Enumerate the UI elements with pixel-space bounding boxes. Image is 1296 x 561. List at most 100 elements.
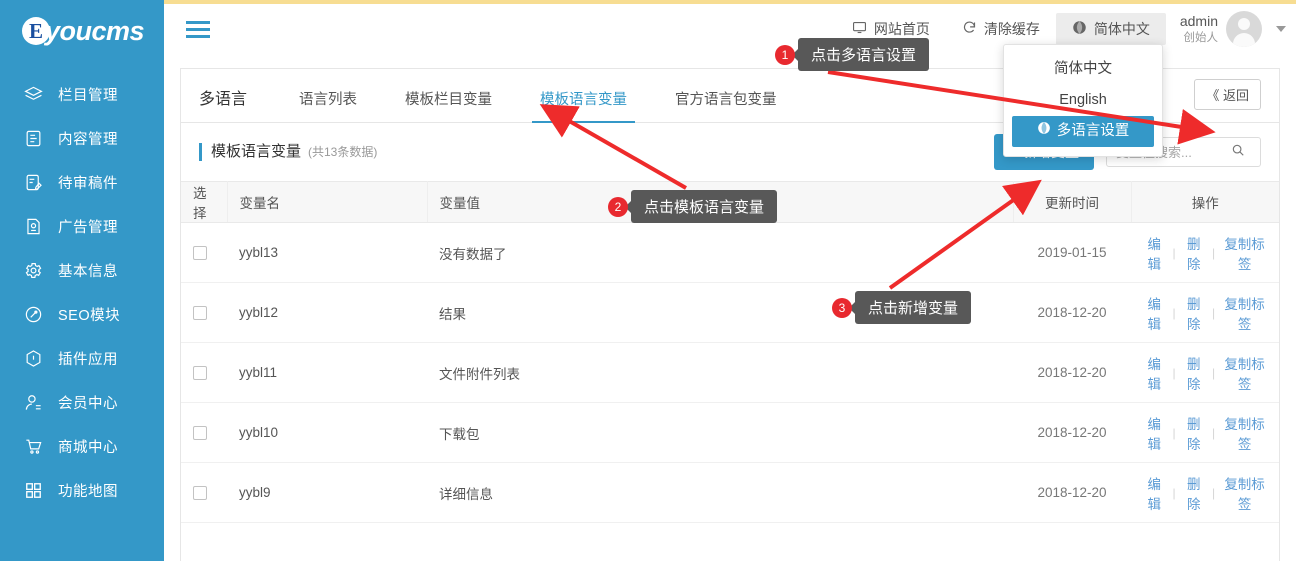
row-select-cell — [181, 462, 227, 523]
cell-actions: 编辑 | 删除 | 复制标签 — [1131, 402, 1279, 463]
cell-var-name: yybl13 — [227, 222, 427, 283]
chevron-down-icon[interactable] — [1276, 26, 1286, 32]
hamburger-icon[interactable] — [174, 4, 222, 54]
sidebar-item-sitemap[interactable]: 功能地图 — [0, 468, 164, 512]
delete-link[interactable]: 删除 — [1183, 473, 1205, 513]
cell-var-value: 下载包 — [427, 402, 1013, 463]
delete-link[interactable]: 删除 — [1183, 233, 1205, 273]
sidebar-item-label: 广告管理 — [58, 219, 118, 236]
annotation-text: 点击模板语言变量 — [631, 190, 778, 223]
sidebar-item-label: 栏目管理 — [58, 87, 118, 104]
column-header-actions: 操作 — [1131, 181, 1279, 223]
annotation-1: 1 点击多语言设置 — [775, 38, 930, 71]
edit-link[interactable]: 编辑 — [1143, 473, 1165, 513]
clear-cache-label: 清除缓存 — [983, 21, 1040, 37]
cell-var-value: 文件附件列表 — [427, 342, 1013, 403]
tab-template-column-vars[interactable]: 模板栏目变量 — [399, 88, 498, 122]
row-checkbox[interactable] — [193, 246, 207, 261]
language-button[interactable]: 简体中文 — [1055, 13, 1166, 45]
copy-tag-link[interactable]: 复制标签 — [1222, 413, 1267, 453]
sidebar-item-label: SEO模块 — [58, 307, 121, 324]
copy-tag-link[interactable]: 复制标签 — [1222, 293, 1267, 333]
tab-official-language-pack-vars[interactable]: 官方语言包变量 — [669, 88, 783, 122]
cell-actions: 编辑 | 删除 | 复制标签 — [1131, 222, 1279, 283]
language-dropdown: 简体中文 English 多语言设置 — [1003, 44, 1163, 157]
edit-link[interactable]: 编辑 — [1143, 413, 1165, 453]
cell-var-name: yybl11 — [227, 342, 427, 403]
sidebar-item-ads[interactable]: 广告管理 — [0, 204, 164, 248]
cell-var-name: yybl10 — [227, 402, 427, 463]
separator: | — [1172, 305, 1176, 320]
cell-update-time: 2018-12-20 — [1013, 342, 1131, 403]
search-icon[interactable] — [1231, 143, 1245, 162]
cell-actions: 编辑 | 删除 | 复制标签 — [1131, 462, 1279, 523]
annotation-number: 2 — [608, 196, 628, 217]
logo[interactable]: E youcms — [0, 0, 164, 62]
row-checkbox[interactable] — [193, 426, 207, 441]
clear-cache-button[interactable]: 清除缓存 — [946, 14, 1056, 44]
row-checkbox[interactable] — [193, 306, 207, 321]
table-row[interactable]: yybl11 文件附件列表 2018-12-20 编辑 | 删除 | 复制标签 — [181, 342, 1279, 403]
panel-title: 模板语言变量 (共13条数据) — [199, 143, 377, 161]
plugin-icon — [22, 347, 44, 369]
separator: | — [1212, 245, 1216, 260]
table-row[interactable]: yybl12 结果 2018-12-20 编辑 | 删除 | 复制标签 — [181, 282, 1279, 343]
multilingual-settings-label: 多语言设置 — [1056, 123, 1130, 139]
layers-icon — [22, 83, 44, 105]
copy-tag-link[interactable]: 复制标签 — [1222, 353, 1267, 393]
cell-var-name: yybl9 — [227, 462, 427, 523]
sidebar-item-label: 基本信息 — [58, 263, 118, 280]
member-icon — [22, 391, 44, 413]
table-row[interactable]: yybl9 详细信息 2018-12-20 编辑 | 删除 | 复制标签 — [181, 462, 1279, 523]
variables-table: 选择 变量名 变量值 更新时间 操作 yybl13 没有数据了 2019-01-… — [181, 181, 1279, 523]
sidebar: E youcms 栏目管理 内容管理 待审稿件 广告管理 基本信息 SEO模块 … — [0, 0, 164, 561]
cell-var-value: 没有数据了 — [427, 222, 1013, 283]
sidebar-item-plugins[interactable]: 插件应用 — [0, 336, 164, 380]
table-body: yybl13 没有数据了 2019-01-15 编辑 | 删除 | 复制标签 yyb… — [181, 222, 1279, 523]
cell-update-time: 2018-12-20 — [1013, 282, 1131, 343]
tab-language-list[interactable]: 语言列表 — [293, 88, 363, 122]
sidebar-item-members[interactable]: 会员中心 — [0, 380, 164, 424]
copy-tag-link[interactable]: 复制标签 — [1222, 473, 1267, 513]
logo-badge: E — [21, 17, 50, 45]
delete-link[interactable]: 删除 — [1183, 413, 1205, 453]
table-row[interactable]: yybl13 没有数据了 2019-01-15 编辑 | 删除 | 复制标签 — [181, 222, 1279, 283]
sidebar-item-basic-info[interactable]: 基本信息 — [0, 248, 164, 292]
sidebar-item-label: 功能地图 — [58, 483, 118, 500]
sidebar-item-seo[interactable]: SEO模块 — [0, 292, 164, 336]
delete-link[interactable]: 删除 — [1183, 353, 1205, 393]
separator: | — [1172, 485, 1176, 500]
sidebar-item-shop[interactable]: 商城中心 — [0, 424, 164, 468]
edit-link[interactable]: 编辑 — [1143, 293, 1165, 333]
return-button[interactable]: 《 返回 — [1194, 79, 1261, 110]
page-title: 多语言 — [199, 91, 248, 108]
cell-update-time: 2018-12-20 — [1013, 462, 1131, 523]
language-option-zh[interactable]: 简体中文 — [1012, 54, 1154, 85]
logo-text: youcms — [44, 15, 145, 46]
document-icon — [22, 127, 44, 149]
delete-link[interactable]: 删除 — [1183, 293, 1205, 333]
cart-icon — [22, 435, 44, 457]
panel-title-text: 模板语言变量 — [211, 143, 302, 160]
language-option-en[interactable]: English — [1012, 85, 1154, 116]
sidebar-item-content[interactable]: 内容管理 — [0, 116, 164, 160]
annotation-number: 3 — [832, 297, 852, 318]
sidebar-item-review[interactable]: 待审稿件 — [0, 160, 164, 204]
column-header-update-time: 更新时间 — [1013, 181, 1132, 223]
user-menu[interactable]: admin 创始人 — [1166, 11, 1286, 47]
edit-link[interactable]: 编辑 — [1143, 233, 1165, 273]
copy-tag-link[interactable]: 复制标签 — [1222, 233, 1267, 273]
sidebar-item-label: 插件应用 — [58, 351, 118, 368]
table-row[interactable]: yybl10 下载包 2018-12-20 编辑 | 删除 | 复制标签 — [181, 402, 1279, 463]
edit-link[interactable]: 编辑 — [1143, 353, 1165, 393]
seo-icon — [22, 303, 44, 325]
multilingual-settings-option[interactable]: 多语言设置 — [1012, 116, 1154, 147]
column-header-select: 选择 — [181, 181, 228, 223]
sidebar-item-label: 内容管理 — [58, 131, 118, 148]
row-checkbox[interactable] — [193, 486, 207, 501]
annotation-text: 点击新增变量 — [855, 291, 972, 324]
sidebar-item-columns[interactable]: 栏目管理 — [0, 72, 164, 116]
tab-template-language-vars[interactable]: 模板语言变量 — [532, 88, 636, 123]
row-checkbox[interactable] — [193, 366, 207, 381]
grid-icon — [22, 479, 44, 501]
